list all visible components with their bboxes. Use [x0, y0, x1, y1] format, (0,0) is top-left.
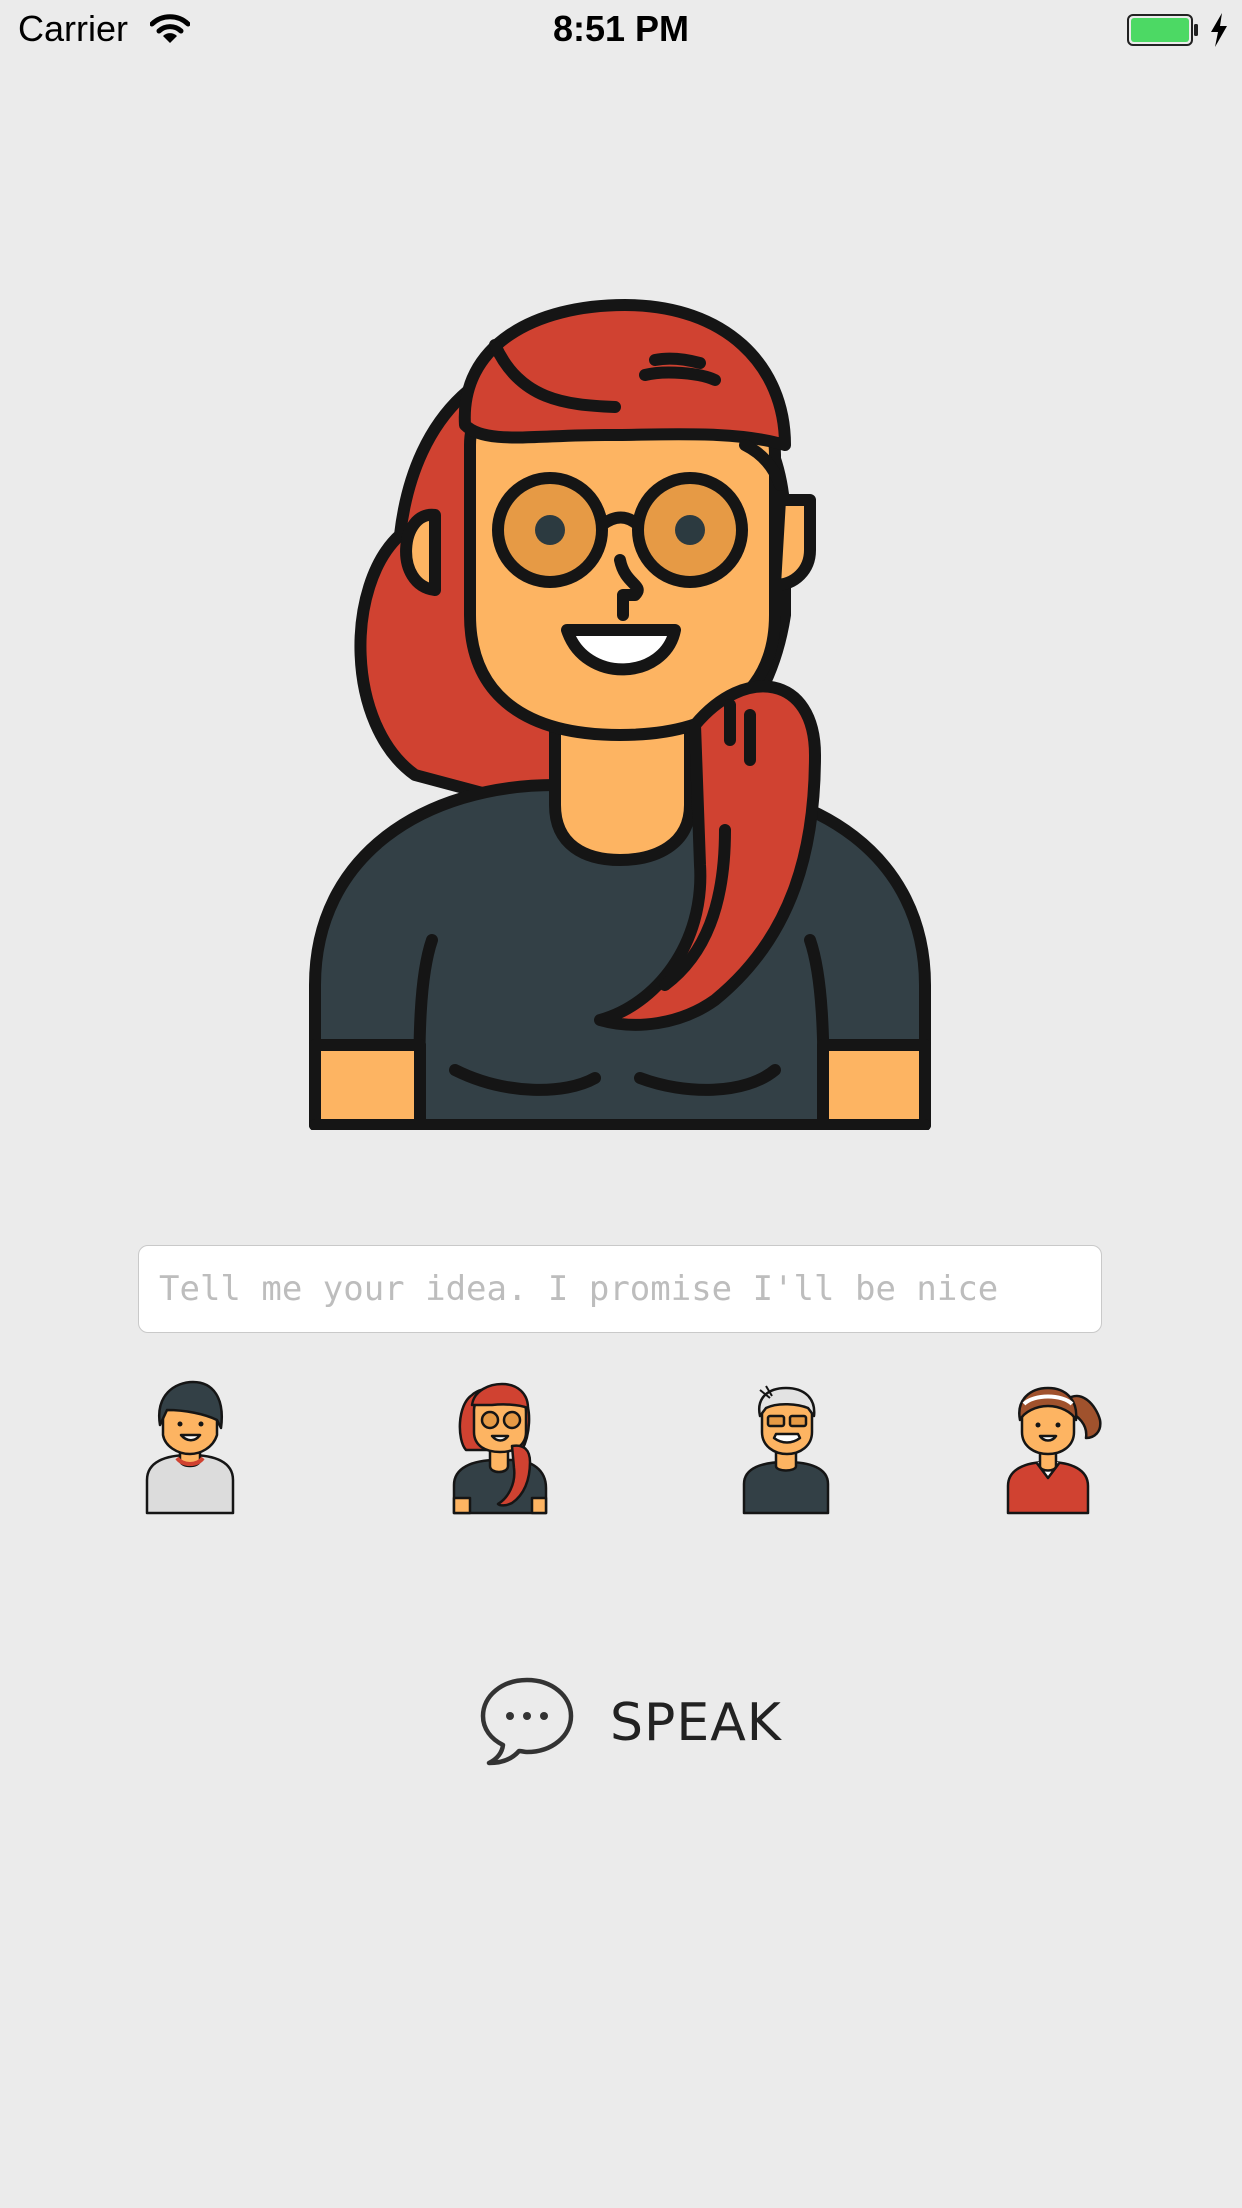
avatar-option-red-hair[interactable] — [452, 1380, 548, 1515]
hero-avatar-icon — [309, 299, 931, 1130]
avatar-option-dark-hair[interactable] — [145, 1380, 235, 1515]
speech-bubble-icon — [480, 1677, 574, 1766]
brown-ponytail-woman-avatar-icon — [1006, 1386, 1102, 1515]
status-bar: Carrier 8:51 PM — [0, 0, 1242, 60]
speak-label: SPEAK — [610, 1693, 782, 1753]
avatar-option-gray-hair[interactable] — [742, 1380, 830, 1515]
status-time: 8:51 PM — [552, 8, 690, 49]
red-hair-woman-glasses-avatar-icon — [452, 1382, 548, 1515]
avatar-option-brown-ponytail[interactable] — [1006, 1380, 1102, 1515]
speak-button[interactable]: SPEAK — [478, 1675, 781, 1767]
gray-hair-man-glasses-avatar-icon — [742, 1385, 830, 1515]
battery-icon — [1127, 14, 1198, 46]
idea-input[interactable] — [138, 1245, 1102, 1333]
charging-bolt-icon — [1211, 13, 1227, 47]
dark-hair-person-avatar-icon — [145, 1380, 235, 1515]
